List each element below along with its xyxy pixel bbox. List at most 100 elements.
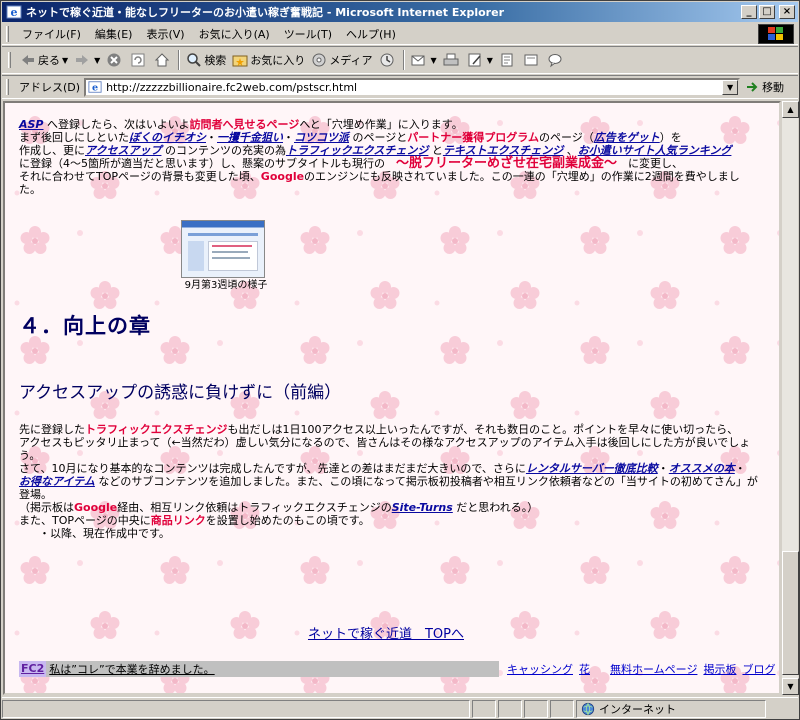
status-panel	[498, 699, 522, 718]
minimize-button[interactable]: _	[741, 5, 757, 19]
thumbnail-image[interactable]	[181, 220, 265, 278]
text: に登録（4～5箇所が適当だと思います）し、懸案のサブタイトルも現行の	[19, 157, 396, 170]
go-label: 移動	[762, 81, 785, 94]
menu-edit[interactable]: 編集(E)	[88, 26, 140, 42]
address-url: http://zzzzzbillionaire.fc2web.com/pstsc…	[106, 80, 358, 94]
forward-button[interactable]: ▼	[71, 49, 103, 71]
free-homepage-link[interactable]: 無料ホームページ	[610, 661, 697, 677]
menu-help[interactable]: ヘルプ(H)	[339, 26, 403, 42]
maximize-button[interactable]: □	[759, 5, 775, 19]
text: などのサブコンテンツを追加しました。また、この頃になって掲示板初投稿者や相互リン…	[19, 475, 758, 501]
text: ・以降、現在作成中です。	[39, 527, 170, 540]
site-turns-link[interactable]: Site-Turns	[392, 501, 453, 514]
text: に変更し、	[617, 157, 684, 170]
vertical-scrollbar[interactable]: ▲ ▼	[781, 101, 799, 695]
messenger-icon	[548, 54, 562, 68]
text: ・	[206, 131, 217, 144]
menu-view[interactable]: 表示(V)	[139, 26, 191, 42]
product-link-text: 商品リンク	[150, 514, 206, 527]
asp-link[interactable]: ASP	[19, 118, 44, 131]
recommend-link[interactable]: ぼくのイチオシ	[129, 131, 206, 144]
search-icon	[187, 53, 202, 67]
windows-logo-icon	[758, 24, 794, 44]
steady-link[interactable]: コツコツ派	[294, 131, 349, 144]
text: ・	[657, 462, 669, 475]
scroll-up-icon[interactable]: ▲	[782, 101, 799, 118]
text: へと「穴埋め作業」に入ります。	[299, 118, 463, 131]
window-title: ネットで稼ぐ近道・能なしフリーターのお小遣い稼ぎ奮戦記 - Microsoft …	[26, 6, 504, 19]
research-button[interactable]	[520, 49, 544, 71]
top-page-link[interactable]: ネットで稼ぐ近道 TOPへ	[308, 627, 464, 642]
favorites-button[interactable]: お気に入り	[229, 49, 308, 71]
thumbnail-caption: 9月第3週頃の様子	[184, 280, 268, 291]
rental-server-link[interactable]: レンタルサーバー徹底比較	[526, 462, 658, 475]
fc2-ad-bar: FC2 私は”コレ”で本業を辞めました。	[19, 661, 499, 677]
bargain-items-link[interactable]: お得なアイテム	[19, 475, 95, 488]
status-bar: インターネット	[2, 697, 798, 719]
forward-dropdown-icon[interactable]: ▼	[94, 56, 100, 65]
scroll-down-icon[interactable]: ▼	[782, 678, 799, 695]
google-text: Google	[74, 501, 118, 514]
screenshot-thumbnail[interactable]: 9月第3週頃の様子	[181, 220, 271, 292]
mail-button[interactable]: ▼	[408, 49, 440, 71]
cashing-link[interactable]: キャッシング	[507, 661, 573, 677]
flower-link[interactable]: 花	[579, 661, 590, 677]
scrollbar-thumb[interactable]	[782, 551, 799, 675]
recommended-books-link[interactable]: オススメの本	[669, 462, 735, 475]
fc2-logo[interactable]: FC2	[19, 661, 47, 677]
close-button[interactable]: ×	[779, 5, 795, 19]
address-input[interactable]: e http://zzzzzbillionaire.fc2web.com/pst…	[84, 77, 741, 97]
edit-button[interactable]: ▼	[464, 49, 496, 71]
menu-bar: ファイル(F) 編集(E) 表示(V) お気に入り(A) ツール(T) ヘルプ(…	[2, 23, 798, 45]
stop-icon	[107, 53, 121, 67]
access-up-link[interactable]: アクセスアップ	[85, 144, 161, 157]
refresh-button[interactable]	[127, 49, 151, 71]
bbs-link[interactable]: 掲示板	[703, 661, 736, 677]
discuss-button[interactable]	[496, 49, 520, 71]
back-button[interactable]: 戻る ▼	[17, 49, 71, 71]
address-bar: アドレス(D) e http://zzzzzbillionaire.fc2web…	[2, 75, 798, 99]
status-text-panel	[2, 699, 470, 718]
text: だと思われる。）	[452, 501, 539, 514]
text: また、TOPページの中央に	[19, 514, 151, 527]
subsection-heading: アクセスアップの誘惑に負けずに（前編）	[19, 383, 342, 403]
menu-file[interactable]: ファイル(F)	[15, 26, 88, 42]
media-button[interactable]: メディア	[308, 49, 375, 71]
home-button[interactable]	[151, 49, 175, 71]
fc2-ad-link[interactable]: 私は”コレ”で本業を辞めました。	[49, 661, 214, 677]
one-shot-link[interactable]: 一攫千金狙い	[217, 131, 283, 144]
search-button[interactable]: 検索	[183, 49, 229, 71]
browser-window: e ネットで稼ぐ近道・能なしフリーターのお小遣い稼ぎ奮戦記 - Microsof…	[0, 0, 800, 720]
text: ・	[734, 462, 746, 475]
status-panel	[550, 699, 574, 718]
forward-arrow-icon	[76, 55, 89, 65]
menu-tools[interactable]: ツール(T)	[277, 26, 339, 42]
page-icon: e	[88, 81, 102, 94]
mail-dropdown-icon[interactable]: ▼	[431, 56, 437, 65]
visitor-page-link[interactable]: 訪問者へ見せるページ	[190, 118, 300, 131]
back-dropdown-icon[interactable]: ▼	[62, 56, 68, 65]
toolbar-grip	[6, 25, 9, 42]
stop-button[interactable]	[103, 49, 127, 71]
ad-get-link[interactable]: 広告をゲット	[594, 131, 660, 144]
go-button[interactable]: 移動	[746, 79, 784, 95]
ie-logo-icon: e	[6, 4, 22, 20]
go-arrow-icon	[747, 82, 758, 92]
text: それに合わせてTOPページの背景も変更した頃、	[19, 170, 261, 183]
print-button[interactable]	[440, 49, 464, 71]
toolbar-separator	[402, 50, 405, 70]
traffic-exchange-text: トラフィックエクスチェンジ	[85, 423, 228, 436]
text: まず後回しにしといた	[19, 131, 129, 144]
partner-program-link[interactable]: パートナー獲得プログラム	[407, 131, 539, 144]
history-button[interactable]	[376, 49, 400, 71]
refresh-icon	[131, 53, 145, 67]
address-dropdown-icon[interactable]: ▼	[722, 79, 739, 95]
text: 先に登録した	[19, 423, 85, 436]
search-label: 検索	[204, 54, 227, 67]
blog-link[interactable]: ブログ	[742, 661, 775, 677]
top-link-row: ネットで稼ぐ近道 TOPへ	[5, 628, 767, 641]
edit-dropdown-icon[interactable]: ▼	[487, 56, 493, 65]
messenger-button[interactable]	[544, 49, 568, 71]
menu-favorites[interactable]: お気に入り(A)	[192, 26, 277, 42]
mail-icon	[411, 55, 425, 66]
